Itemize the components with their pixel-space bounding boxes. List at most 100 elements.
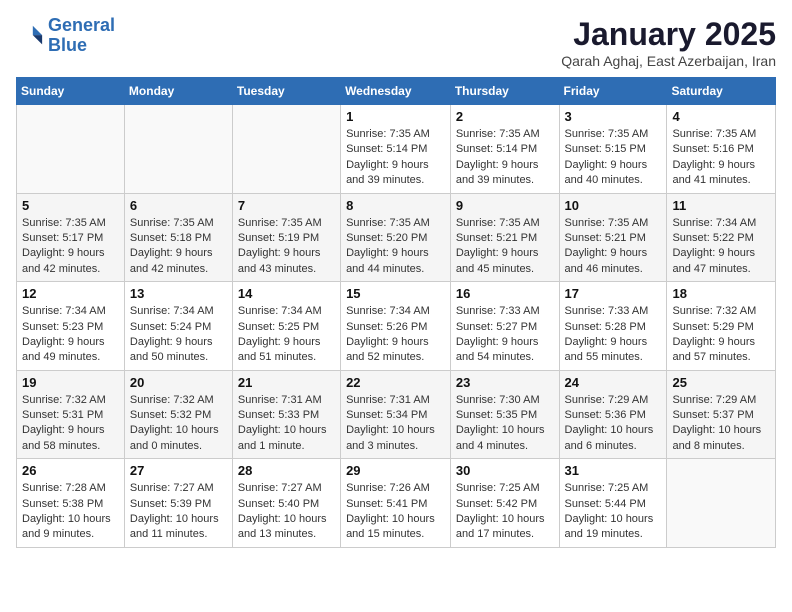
day-info: Sunrise: 7:32 AM Sunset: 5:31 PM Dayligh…	[22, 393, 119, 455]
day-cell: 16 Sunrise: 7:33 AM Sunset: 5:27 PM Dayli…	[450, 282, 559, 371]
day-cell: 10Sunrise: 7:35 AM Sunset: 5:21 PM Dayli…	[559, 193, 667, 282]
header-saturday: Saturday	[667, 78, 776, 105]
header-sunday: Sunday	[17, 78, 125, 105]
logo-icon	[16, 22, 44, 50]
day-cell: 13 Sunrise: 7:34 AM Sunset: 5:24 PM Dayli…	[124, 282, 232, 371]
day-info: Sunrise: 7:29 AM Sunset: 5:37 PM Dayligh…	[672, 393, 770, 455]
day-cell: 20Sunrise: 7:32 AM Sunset: 5:32 PM Dayli…	[124, 370, 232, 459]
day-info: Sunrise: 7:34 AM Sunset: 5:24 PM Dayligh…	[130, 304, 227, 366]
day-info: Sunrise: 7:25 AM Sunset: 5:44 PM Dayligh…	[565, 481, 662, 543]
weekday-header-row: Sunday Monday Tuesday Wednesday Thursday…	[17, 78, 776, 105]
day-number: 8	[346, 198, 445, 213]
day-cell: 2 Sunrise: 7:35 AM Sunset: 5:14 PM Daylig…	[450, 105, 559, 194]
day-cell: 6 Sunrise: 7:35 AM Sunset: 5:18 PM Daylig…	[124, 193, 232, 282]
day-info: Sunrise: 7:31 AM Sunset: 5:34 PM Dayligh…	[346, 393, 445, 455]
day-cell: 7 Sunrise: 7:35 AM Sunset: 5:19 PM Daylig…	[232, 193, 340, 282]
day-info: Sunrise: 7:35 AM Sunset: 5:21 PM Dayligh…	[565, 216, 662, 278]
week-row-4: 19 Sunrise: 7:32 AM Sunset: 5:31 PM Dayli…	[17, 370, 776, 459]
day-number: 31	[565, 463, 662, 478]
day-cell: 12 Sunrise: 7:34 AM Sunset: 5:23 PM Dayli…	[17, 282, 125, 371]
day-info: Sunrise: 7:35 AM Sunset: 5:14 PM Dayligh…	[456, 127, 554, 189]
day-number: 1	[346, 109, 445, 124]
day-number: 7	[238, 198, 335, 213]
calendar-title: January 2025	[561, 16, 776, 53]
day-cell: 19 Sunrise: 7:32 AM Sunset: 5:31 PM Dayli…	[17, 370, 125, 459]
day-info: Sunrise: 7:35 AM Sunset: 5:18 PM Dayligh…	[130, 216, 227, 278]
day-info: Sunrise: 7:26 AM Sunset: 5:41 PM Dayligh…	[346, 481, 445, 543]
header-friday: Friday	[559, 78, 667, 105]
day-info: Sunrise: 7:27 AM Sunset: 5:40 PM Dayligh…	[238, 481, 335, 543]
title-block: January 2025 Qarah Aghaj, East Azerbaija…	[561, 16, 776, 69]
week-row-2: 5 Sunrise: 7:35 AM Sunset: 5:17 PM Daylig…	[17, 193, 776, 282]
header-thursday: Thursday	[450, 78, 559, 105]
day-info: Sunrise: 7:35 AM Sunset: 5:16 PM Dayligh…	[672, 127, 770, 189]
day-cell	[667, 459, 776, 548]
calendar-subtitle: Qarah Aghaj, East Azerbaijan, Iran	[561, 53, 776, 69]
day-number: 9	[456, 198, 554, 213]
day-number: 11	[672, 198, 770, 213]
day-cell: 4 Sunrise: 7:35 AM Sunset: 5:16 PM Daylig…	[667, 105, 776, 194]
header-monday: Monday	[124, 78, 232, 105]
day-number: 22	[346, 375, 445, 390]
day-info: Sunrise: 7:27 AM Sunset: 5:39 PM Dayligh…	[130, 481, 227, 543]
logo: General Blue	[16, 16, 115, 56]
week-row-3: 12 Sunrise: 7:34 AM Sunset: 5:23 PM Dayli…	[17, 282, 776, 371]
day-cell: 9 Sunrise: 7:35 AM Sunset: 5:21 PM Daylig…	[450, 193, 559, 282]
day-info: Sunrise: 7:28 AM Sunset: 5:38 PM Dayligh…	[22, 481, 119, 543]
day-number: 13	[130, 286, 227, 301]
day-info: Sunrise: 7:35 AM Sunset: 5:17 PM Dayligh…	[22, 216, 119, 278]
day-number: 21	[238, 375, 335, 390]
day-number: 16	[456, 286, 554, 301]
day-info: Sunrise: 7:35 AM Sunset: 5:19 PM Dayligh…	[238, 216, 335, 278]
day-number: 4	[672, 109, 770, 124]
day-cell	[124, 105, 232, 194]
day-cell: 17 Sunrise: 7:33 AM Sunset: 5:28 PM Dayli…	[559, 282, 667, 371]
day-cell: 23Sunrise: 7:30 AM Sunset: 5:35 PM Dayli…	[450, 370, 559, 459]
week-row-5: 26Sunrise: 7:28 AM Sunset: 5:38 PM Dayli…	[17, 459, 776, 548]
day-number: 5	[22, 198, 119, 213]
day-number: 12	[22, 286, 119, 301]
day-info: Sunrise: 7:35 AM Sunset: 5:21 PM Dayligh…	[456, 216, 554, 278]
day-cell: 11Sunrise: 7:34 AM Sunset: 5:22 PM Dayli…	[667, 193, 776, 282]
day-cell: 22 Sunrise: 7:31 AM Sunset: 5:34 PM Dayli…	[341, 370, 451, 459]
day-number: 20	[130, 375, 227, 390]
day-info: Sunrise: 7:33 AM Sunset: 5:27 PM Dayligh…	[456, 304, 554, 366]
day-info: Sunrise: 7:30 AM Sunset: 5:35 PM Dayligh…	[456, 393, 554, 455]
day-number: 3	[565, 109, 662, 124]
day-cell	[232, 105, 340, 194]
day-cell: 8 Sunrise: 7:35 AM Sunset: 5:20 PM Daylig…	[341, 193, 451, 282]
day-number: 27	[130, 463, 227, 478]
day-number: 15	[346, 286, 445, 301]
day-number: 2	[456, 109, 554, 124]
day-number: 25	[672, 375, 770, 390]
day-cell: 25 Sunrise: 7:29 AM Sunset: 5:37 PM Dayli…	[667, 370, 776, 459]
day-number: 19	[22, 375, 119, 390]
day-number: 28	[238, 463, 335, 478]
day-info: Sunrise: 7:35 AM Sunset: 5:20 PM Dayligh…	[346, 216, 445, 278]
day-info: Sunrise: 7:31 AM Sunset: 5:33 PM Dayligh…	[238, 393, 335, 455]
day-cell	[17, 105, 125, 194]
day-cell: 31 Sunrise: 7:25 AM Sunset: 5:44 PM Dayli…	[559, 459, 667, 548]
week-row-1: 1 Sunrise: 7:35 AM Sunset: 5:14 PM Daylig…	[17, 105, 776, 194]
day-number: 24	[565, 375, 662, 390]
day-cell: 30Sunrise: 7:25 AM Sunset: 5:42 PM Dayli…	[450, 459, 559, 548]
day-info: Sunrise: 7:29 AM Sunset: 5:36 PM Dayligh…	[565, 393, 662, 455]
day-cell: 3 Sunrise: 7:35 AM Sunset: 5:15 PM Daylig…	[559, 105, 667, 194]
day-cell: 14Sunrise: 7:34 AM Sunset: 5:25 PM Dayli…	[232, 282, 340, 371]
day-info: Sunrise: 7:34 AM Sunset: 5:25 PM Dayligh…	[238, 304, 335, 366]
header-wednesday: Wednesday	[341, 78, 451, 105]
day-info: Sunrise: 7:32 AM Sunset: 5:29 PM Dayligh…	[672, 304, 770, 366]
calendar-table: Sunday Monday Tuesday Wednesday Thursday…	[16, 77, 776, 548]
day-number: 6	[130, 198, 227, 213]
page-header: General Blue January 2025 Qarah Aghaj, E…	[16, 16, 776, 69]
day-info: Sunrise: 7:34 AM Sunset: 5:23 PM Dayligh…	[22, 304, 119, 366]
day-info: Sunrise: 7:33 AM Sunset: 5:28 PM Dayligh…	[565, 304, 662, 366]
day-number: 18	[672, 286, 770, 301]
day-info: Sunrise: 7:34 AM Sunset: 5:26 PM Dayligh…	[346, 304, 445, 366]
day-cell: 27 Sunrise: 7:27 AM Sunset: 5:39 PM Dayli…	[124, 459, 232, 548]
day-cell: 26Sunrise: 7:28 AM Sunset: 5:38 PM Dayli…	[17, 459, 125, 548]
day-cell: 5 Sunrise: 7:35 AM Sunset: 5:17 PM Daylig…	[17, 193, 125, 282]
day-info: Sunrise: 7:25 AM Sunset: 5:42 PM Dayligh…	[456, 481, 554, 543]
day-number: 17	[565, 286, 662, 301]
day-info: Sunrise: 7:35 AM Sunset: 5:15 PM Dayligh…	[565, 127, 662, 189]
